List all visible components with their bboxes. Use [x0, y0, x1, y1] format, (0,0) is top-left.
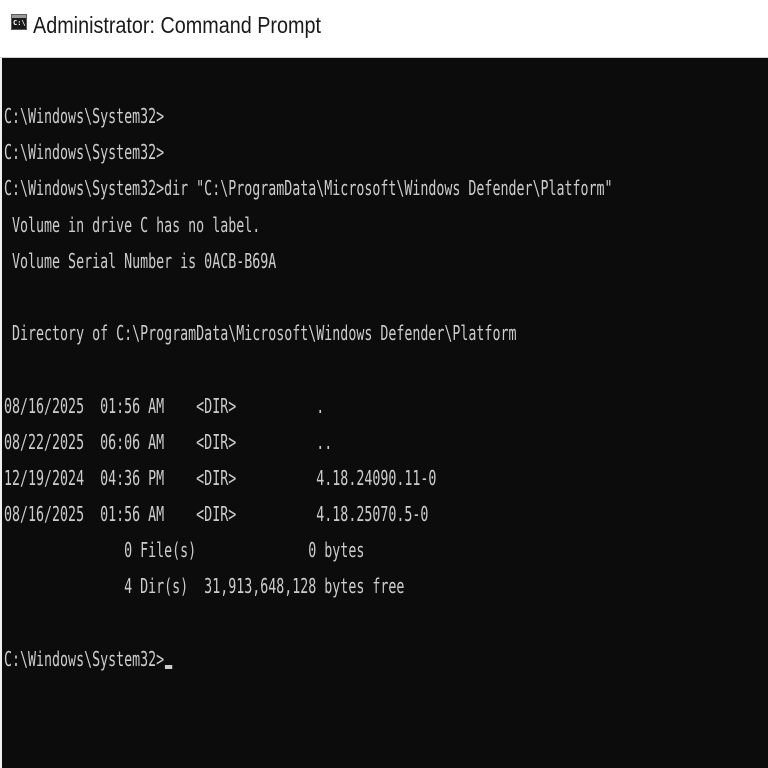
- console-line-dir-entry: 08/16/2025 01:56 AM <DIR> .: [4, 393, 325, 418]
- console-line-prompt: C:\Windows\System32>: [4, 140, 165, 165]
- console-input-line[interactable]: C:\Windows\System32>: [4, 641, 613, 677]
- console-line-dir-entry: 08/16/2025 01:56 AM <DIR> 4.18.25070.5-0: [4, 502, 429, 527]
- console-output: C:\Windows\System32> C:\Windows\System32…: [4, 98, 768, 677]
- text-cursor: [164, 664, 173, 669]
- console-line-dir-entry: 08/22/2025 06:06 AM <DIR> ..: [4, 429, 333, 454]
- console-line-dir-count: 4 Dir(s) 31,913,648,128 bytes free: [4, 574, 405, 599]
- console-line-file-count: 0 File(s) 0 bytes: [4, 538, 365, 563]
- console-line-prompt: C:\Windows\System32>: [4, 104, 165, 128]
- console-area[interactable]: C:\Windows\System32> C:\Windows\System32…: [0, 58, 768, 768]
- console-line-volume-label: Volume in drive C has no label.: [4, 212, 261, 237]
- window-title: Administrator: Command Prompt: [33, 12, 322, 38]
- console-line-dir-command: C:\Windows\System32>dir "C:\ProgramData\…: [4, 176, 613, 201]
- console-line-directory-of: Directory of C:\ProgramData\Microsoft\Wi…: [4, 321, 517, 346]
- title-bar[interactable]: C:\ Administrator: Command Prompt: [0, 0, 768, 58]
- current-prompt: C:\Windows\System32>: [4, 646, 165, 671]
- console-line-volume-serial: Volume Serial Number is 0ACB-B69A: [4, 248, 277, 273]
- command-prompt-icon: C:\: [11, 14, 27, 30]
- console-line-dir-entry: 12/19/2024 04:36 PM <DIR> 4.18.24090.11-…: [4, 465, 437, 490]
- command-prompt-window: C:\ Administrator: Command Prompt C:\Win…: [0, 0, 768, 768]
- command-prompt-icon-text: C:\: [13, 19, 26, 27]
